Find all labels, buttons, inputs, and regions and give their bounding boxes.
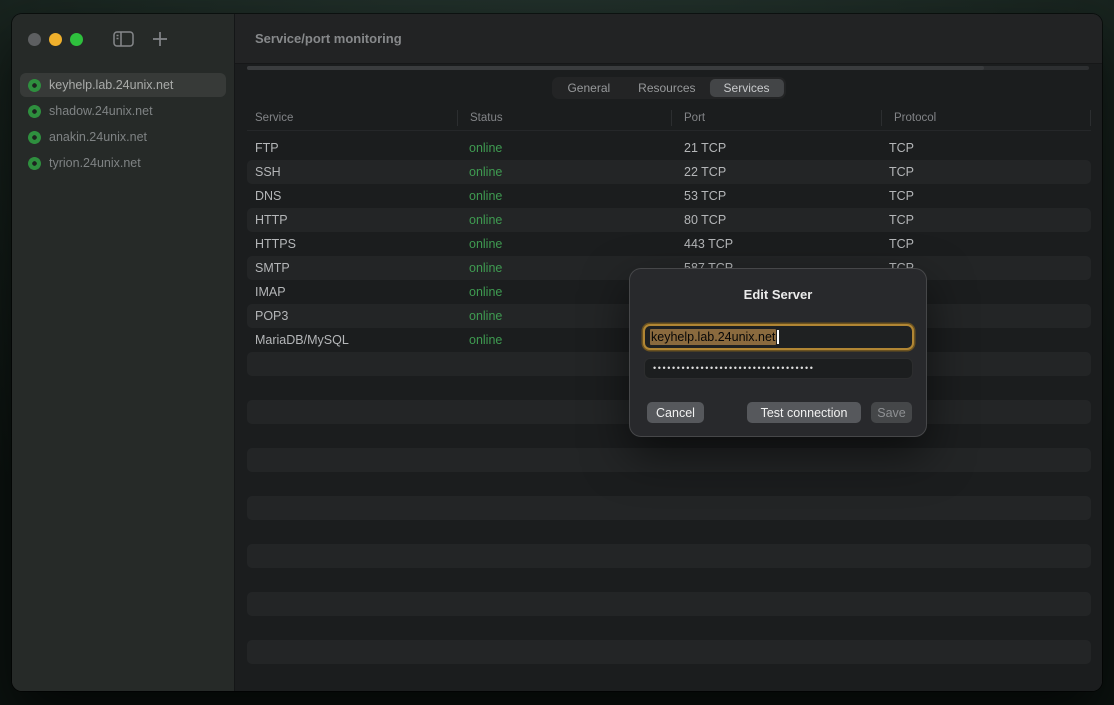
test-connection-button[interactable]: Test connection	[747, 402, 861, 423]
server-status-icon	[28, 157, 41, 170]
modal-title: Edit Server	[630, 287, 926, 302]
save-button[interactable]: Save	[871, 402, 912, 423]
cell-port: 80 TCP	[671, 213, 881, 227]
cell-port: 21 TCP	[671, 141, 881, 155]
cell-status: online	[457, 189, 671, 203]
empty-table-row	[247, 640, 1091, 664]
cell-protocol: TCP	[881, 213, 1091, 227]
server-label: shadow.24unix.net	[49, 104, 153, 118]
column-header-status[interactable]: Status	[457, 110, 671, 126]
tab-resources[interactable]: Resources	[624, 79, 709, 97]
sidebar: keyhelp.lab.24unix.net shadow.24unix.net a…	[12, 14, 235, 691]
cell-service: DNS	[247, 189, 457, 203]
add-server-button[interactable]	[152, 31, 168, 47]
cell-status: online	[457, 165, 671, 179]
cell-service: HTTP	[247, 213, 457, 227]
table-row[interactable]: FTPonline21 TCPTCP	[247, 136, 1091, 160]
cell-status: online	[457, 141, 671, 155]
cell-service: FTP	[247, 141, 457, 155]
sidebar-item-server[interactable]: keyhelp.lab.24unix.net	[20, 73, 226, 97]
sidebar-item-server[interactable]: anakin.24unix.net	[20, 125, 226, 149]
sidebar-item-server[interactable]: shadow.24unix.net	[20, 99, 226, 123]
text-caret	[777, 330, 779, 344]
empty-table-row	[247, 520, 1091, 544]
table-header: ServiceStatusPortProtocol	[247, 105, 1091, 131]
empty-table-row	[247, 448, 1091, 472]
host-input-selected-text: keyhelp.lab.24unix.net	[650, 329, 776, 345]
password-input[interactable]: ••••••••••••••••••••••••••••••••••	[644, 358, 913, 379]
server-list: keyhelp.lab.24unix.net shadow.24unix.net a…	[12, 71, 234, 177]
cell-status: online	[457, 213, 671, 227]
table-row[interactable]: SSHonline22 TCPTCP	[247, 160, 1091, 184]
cell-protocol: TCP	[881, 237, 1091, 251]
cell-protocol: TCP	[881, 189, 1091, 203]
close-button[interactable]	[28, 33, 41, 46]
cell-port: 22 TCP	[671, 165, 881, 179]
empty-table-row	[247, 616, 1091, 640]
table-row[interactable]: HTTPSonline443 TCPTCP	[247, 232, 1091, 256]
cell-service: POP3	[247, 309, 457, 323]
tab-services[interactable]: Services	[710, 79, 784, 97]
server-label: anakin.24unix.net	[49, 130, 147, 144]
sidebar-toggle-icon[interactable]	[113, 31, 134, 47]
cancel-button[interactable]: Cancel	[647, 402, 704, 423]
column-header-port[interactable]: Port	[671, 110, 881, 126]
cell-service: IMAP	[247, 285, 457, 299]
tab-segmented-control: GeneralResourcesServices	[551, 77, 785, 99]
sidebar-item-server[interactable]: tyrion.24unix.net	[20, 151, 226, 175]
zoom-button[interactable]	[70, 33, 83, 46]
page-title: Service/port monitoring	[235, 31, 402, 46]
column-header-service[interactable]: Service	[247, 110, 457, 126]
table-row[interactable]: HTTPonline80 TCPTCP	[247, 208, 1091, 232]
edit-server-modal: Edit Server keyhelp.lab.24unix.net •••••…	[629, 268, 927, 437]
cell-protocol: TCP	[881, 165, 1091, 179]
title-bar: Service/port monitoring	[235, 14, 1102, 64]
cell-port: 53 TCP	[671, 189, 881, 203]
server-status-icon	[28, 131, 41, 144]
sidebar-toolbar	[12, 14, 234, 64]
cell-protocol: TCP	[881, 141, 1091, 155]
server-label: keyhelp.lab.24unix.net	[49, 78, 173, 92]
empty-table-row	[247, 472, 1091, 496]
cell-service: SMTP	[247, 261, 457, 275]
cell-service: MariaDB/MySQL	[247, 333, 457, 347]
host-input[interactable]: keyhelp.lab.24unix.net	[643, 324, 914, 350]
horizontal-scrollbar[interactable]	[247, 66, 1089, 70]
server-status-icon	[28, 105, 41, 118]
scrollbar-thumb[interactable]	[247, 66, 984, 70]
server-status-icon	[28, 79, 41, 92]
empty-table-row	[247, 568, 1091, 592]
empty-table-row	[247, 544, 1091, 568]
minimize-button[interactable]	[49, 33, 62, 46]
column-header-protocol[interactable]: Protocol	[881, 110, 1091, 126]
app-window: keyhelp.lab.24unix.net shadow.24unix.net a…	[12, 14, 1102, 691]
empty-table-row	[247, 592, 1091, 616]
cell-service: HTTPS	[247, 237, 457, 251]
cell-status: online	[457, 237, 671, 251]
cell-port: 443 TCP	[671, 237, 881, 251]
tab-general[interactable]: General	[553, 79, 624, 97]
main-content: Service/port monitoring GeneralResources…	[235, 14, 1102, 691]
server-label: tyrion.24unix.net	[49, 156, 141, 170]
cell-service: SSH	[247, 165, 457, 179]
empty-table-row	[247, 496, 1091, 520]
table-row[interactable]: DNSonline53 TCPTCP	[247, 184, 1091, 208]
